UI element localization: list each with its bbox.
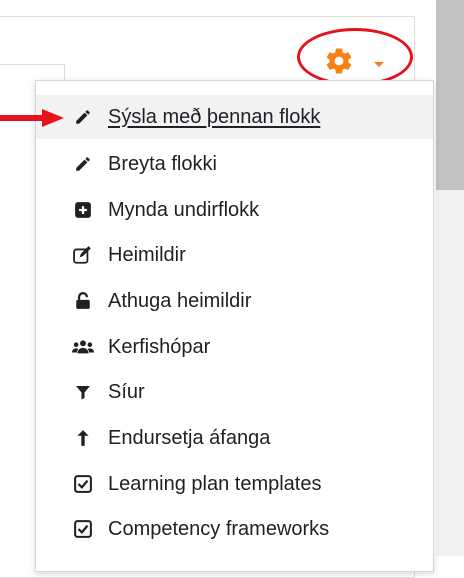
menu-item-label: Sýsla með þennan flokk (108, 105, 321, 128)
edit-square-icon (72, 244, 94, 266)
pencil-icon (72, 106, 94, 128)
users-icon (72, 336, 94, 358)
filter-icon (72, 381, 94, 403)
menu-item-restore-course[interactable]: Endursetja áfanga (36, 416, 433, 460)
level-up-icon (72, 427, 94, 449)
menu-item-cohorts[interactable]: Kerfishópar (36, 325, 433, 369)
menu-item-label: Learning plan templates (108, 472, 322, 495)
menu-item-filters[interactable]: Síur (36, 370, 433, 414)
menu-item-label: Mynda undirflokk (108, 198, 260, 221)
menu-item-learning-plan-templates[interactable]: Learning plan templates (36, 462, 433, 506)
annotation-arrow (0, 109, 64, 127)
menu-item-label: Kerfishópar (108, 335, 211, 358)
menu-item-edit-category[interactable]: Breyta flokki (36, 142, 433, 186)
menu-item-label: Síur (108, 380, 145, 403)
plus-square-icon (72, 199, 94, 221)
menu-item-check-permissions[interactable]: Athuga heimildir (36, 279, 433, 323)
pencil-icon (72, 153, 94, 175)
menu-item-competency-frameworks[interactable]: Competency frameworks (36, 507, 433, 551)
check-square-icon (72, 518, 94, 540)
menu-item-label: Heimildir (108, 243, 186, 266)
scrollbar-thumb[interactable] (436, 0, 464, 190)
menu-item-manage-category[interactable]: Sýsla með þennan flokk (36, 95, 433, 139)
scrollbar[interactable] (436, 0, 464, 556)
menu-item-label: Breyta flokki (108, 152, 217, 175)
settings-dropdown-menu: Sýsla með þennan flokk Breyta flokki Myn… (35, 80, 434, 572)
check-square-icon (72, 473, 94, 495)
unlock-icon (72, 290, 94, 312)
menu-item-label: Competency frameworks (108, 517, 330, 540)
highlight-ellipse (297, 28, 413, 86)
menu-item-label: Athuga heimildir (108, 289, 252, 312)
menu-item-add-subcategory[interactable]: Mynda undirflokk (36, 188, 433, 232)
menu-item-permissions[interactable]: Heimildir (36, 233, 433, 277)
menu-item-label: Endursetja áfanga (108, 426, 271, 449)
